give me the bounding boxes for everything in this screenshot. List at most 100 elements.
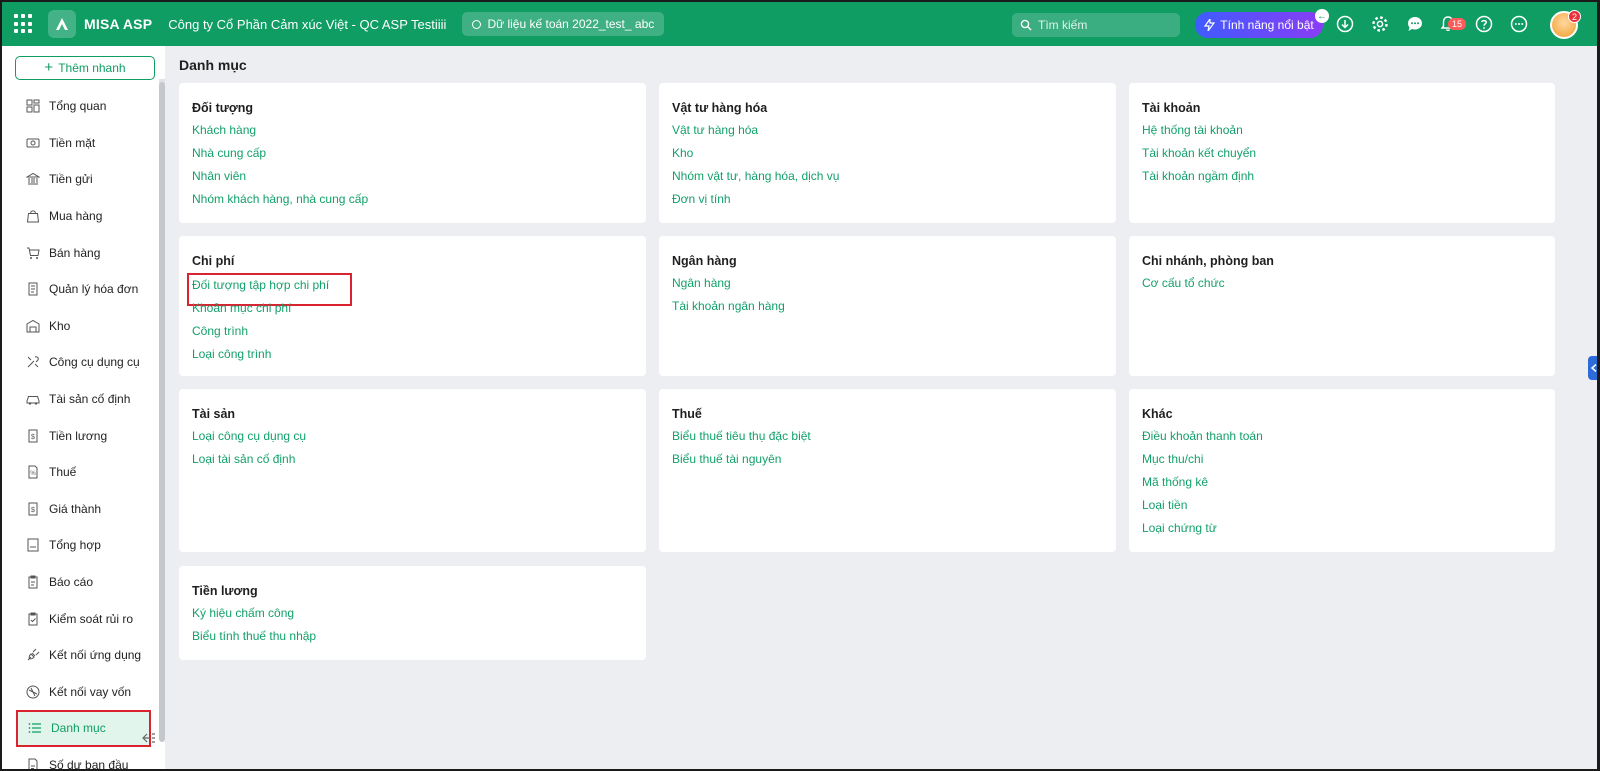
category-card-title: Thuế [672,407,702,421]
chevron-left-icon [1591,364,1597,372]
top-bar: MISA ASP Công ty Cổ Phần Cảm xúc Việt - … [2,2,1597,46]
category-card-title: Đối tượng [192,101,253,115]
company-name[interactable]: Công ty Cổ Phần Cảm xúc Việt - QC ASP Te… [168,17,446,32]
tools-icon [26,355,40,369]
category-link[interactable]: Ký hiệu chấm công [192,606,633,629]
category-card: Khác Điều khoản thanh toán Mục thu/chi Mã t… [1129,389,1555,552]
featured-features-button[interactable]: Tính năng nổi bật [1195,12,1323,38]
sidebar-item[interactable]: Tiền mặt [2,125,157,162]
category-card-title: Chi phí [192,254,235,268]
category-link[interactable]: Nhóm khách hàng, nhà cung cấp [192,192,633,215]
category-link[interactable]: Mã thống kê [1142,475,1542,498]
sidebar-item[interactable]: Tài sản cố định [2,381,157,418]
search-input[interactable] [1038,18,1178,32]
sidebar-item[interactable]: Báo cáo [2,564,157,601]
category-link[interactable]: Loại công cụ dụng cụ [192,429,633,452]
category-link[interactable]: Loại công trình [192,347,633,370]
database-selector[interactable]: Dữ liệu kế toán 2022_test_ abc [462,12,665,36]
category-link[interactable]: Đơn vị tính [672,192,1103,215]
category-link[interactable]: Đối tượng tập hợp chi phí [186,273,353,306]
sidebar-item[interactable]: Kho [2,308,157,345]
category-card-title: Chi nhánh, phòng ban [1142,254,1274,268]
sidebar-item[interactable]: $ Tiền lương [2,417,157,454]
price-icon: $ [26,502,40,516]
loan-icon [26,685,40,699]
more-options-icon[interactable] [1510,15,1528,33]
category-link[interactable]: Ngân hàng [672,276,1103,299]
warehouse-icon [26,319,40,333]
category-link[interactable]: Cơ cấu tổ chức [1142,276,1542,299]
sidebar-item[interactable]: Bán hàng [2,234,157,271]
search-box[interactable] [1012,13,1180,37]
category-card: Tiền lương Ký hiệu chấm công Biểu tính thu… [179,566,646,660]
category-link[interactable]: Loại tài sản cố định [192,452,633,475]
sidebar-item[interactable]: Tiền gửi [2,161,157,198]
sidebar-item[interactable]: % Thuế [2,454,157,491]
collapse-sidebar-icon[interactable] [141,730,157,746]
svg-text:$: $ [31,434,35,441]
category-card: Đối tượng Khách hàng Nhà cung cấp Nhân viên… [179,83,646,223]
featured-features-label: Tính năng nổi bật [1220,18,1314,32]
sidebar-item[interactable]: Mua hàng [2,198,157,235]
category-link[interactable]: Khách hàng [192,123,633,146]
category-link[interactable]: Kho [672,146,1103,169]
category-link[interactable]: Mục thu/chi [1142,452,1542,475]
category-link[interactable]: Nhà cung cấp [192,146,633,169]
category-link[interactable]: Biểu tính thuế thu nhập [192,629,633,652]
category-link[interactable]: Điều khoản thanh toán [1142,429,1542,452]
sidebar-item[interactable]: Công cụ dụng cụ [2,344,157,381]
category-link[interactable]: Khoản mục chi phí [192,301,633,324]
sidebar-item-label: Mua hàng [49,209,103,224]
download-icon[interactable] [1336,15,1354,33]
chat-icon[interactable] [1406,15,1424,33]
sidebar-item-label: Báo cáo [49,575,94,590]
database-icon [472,19,482,29]
category-link[interactable]: Tài khoản ngầm định [1142,169,1542,192]
category-card-title: Ngân hàng [672,254,737,268]
category-card-title: Vật tư hàng hóa [672,101,768,115]
category-card-title: Khác [1142,407,1173,421]
sidebar-item[interactable]: Kết nối vay vốn [2,674,157,711]
category-link[interactable]: Loại tiền [1142,498,1542,521]
category-link[interactable]: Tài khoản ngân hàng [672,299,1103,322]
sidebar-item-label: Bán hàng [49,245,101,260]
sidebar-item[interactable]: Kiểm soát rủi ro [2,600,157,637]
category-link[interactable]: Nhân viên [192,169,633,192]
sidebar-item[interactable]: Số dư ban đầu [2,747,157,769]
settings-gear-icon[interactable] [1371,15,1389,33]
app-window: MISA ASP Công ty Cổ Phần Cảm xúc Việt - … [2,2,1597,769]
back-arrow-icon[interactable]: ← [1315,9,1329,23]
category-link[interactable]: Hệ thống tài khoản [1142,123,1542,146]
quick-add-button[interactable]: + Thêm nhanh [15,56,155,80]
category-card-title: Tài khoản [1142,101,1201,115]
category-card: Tài khoản Hệ thống tài khoản Tài khoản kết… [1129,83,1555,223]
summary-icon [26,538,40,552]
category-card-title: Tài sản [192,407,236,421]
sidebar-item-label: Tiền gửi [49,172,93,187]
category-card: Vật tư hàng hóa Vật tư hàng hóa Kho Nhóm vậ… [659,83,1116,223]
category-link[interactable]: Vật tư hàng hóa [672,123,1103,146]
category-link[interactable]: Loại chứng từ [1142,521,1542,544]
sidebar-item[interactable]: Tổng quan [2,88,157,125]
database-name: Dữ liệu kế toán 2022_test_ abc [487,17,655,31]
shopping-bag-icon [26,209,40,223]
apps-grid-icon[interactable] [14,14,34,34]
category-link[interactable]: Nhóm vật tư, hàng hóa, dịch vụ [672,169,1103,192]
brand-name: MISA ASP [84,16,153,32]
sidebar-item-label: Tiền mặt [49,135,96,150]
expand-panel-tab[interactable] [1588,356,1597,380]
help-icon[interactable] [1475,15,1493,33]
sidebar-item[interactable]: $ Giá thành [2,491,157,528]
sidebar-item[interactable]: Quản lý hóa đơn [2,271,157,308]
category-link[interactable]: Tài khoản kết chuyển [1142,146,1542,169]
report-icon [26,575,40,589]
category-link[interactable]: Biểu thuế tiêu thụ đặc biệt [672,429,1103,452]
sidebar-item[interactable]: Danh mục [16,710,151,747]
category-link[interactable]: Biểu thuế tài nguyên [672,452,1103,475]
misa-logo-icon[interactable] [48,10,76,38]
sidebar-item[interactable]: Tổng hợp [2,527,157,564]
category-link[interactable]: Công trình [192,324,633,347]
page-title: Danh mục [179,57,247,73]
sidebar-item-label: Kho [49,318,71,333]
sidebar-item[interactable]: Kết nối ứng dụng [2,637,157,674]
